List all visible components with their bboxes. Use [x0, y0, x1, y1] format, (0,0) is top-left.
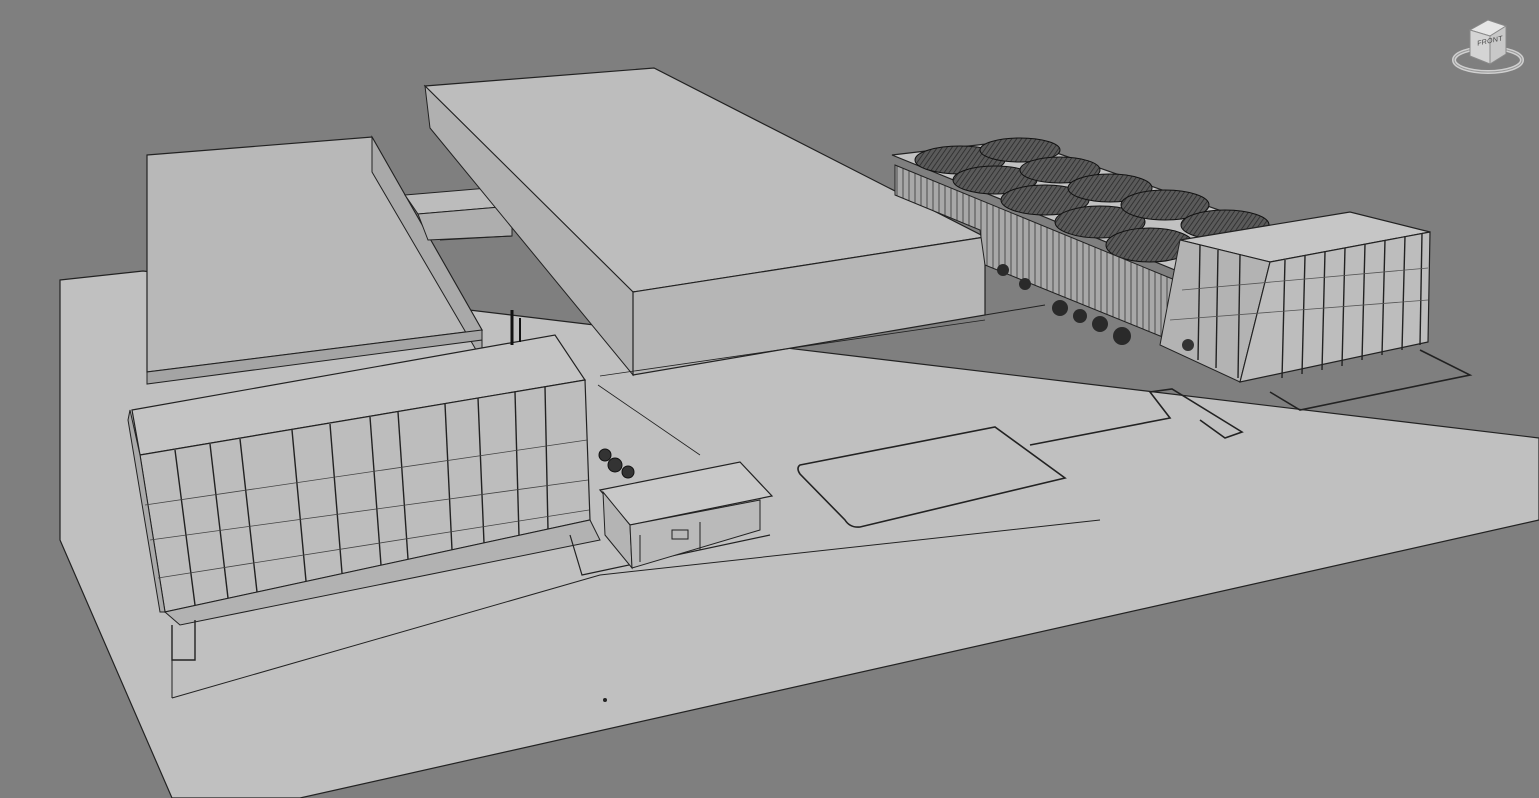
3d-viewport[interactable] [0, 0, 1539, 798]
massing-block-left[interactable] [146, 135, 483, 385]
model-canvas[interactable] [0, 0, 1539, 798]
office-building-right[interactable] [1159, 211, 1431, 383]
survey-point-marker[interactable] [603, 698, 607, 702]
